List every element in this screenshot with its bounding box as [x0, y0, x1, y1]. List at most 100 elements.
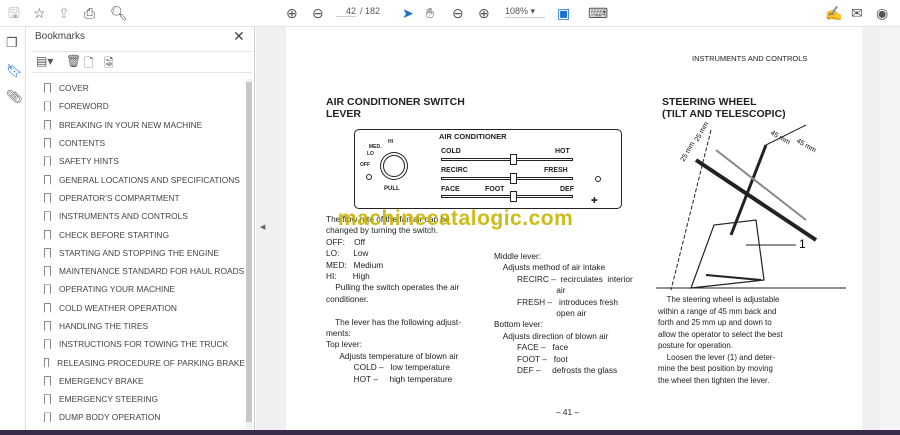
text-line: RECIRC – recirculates interior — [494, 273, 633, 284]
bookmark-item[interactable]: MAINTENANCE STANDARD FOR HAUL ROADS — [27, 262, 245, 280]
add-bookmark-icon[interactable]: 🗋 — [84, 54, 94, 75]
bookmarks-icon[interactable]: 🔖︎ — [6, 63, 23, 79]
zoom-in-icon[interactable]: ⊕ — [478, 4, 490, 22]
zoom-out-icon[interactable]: ⊖ — [452, 4, 464, 22]
air-conditioner-panel-figure: HI MED. LO OFF PULL AIR CONDITIONER COLD… — [354, 129, 622, 209]
print-icon[interactable]: ⎙ — [84, 4, 95, 22]
bookmark-icon — [44, 266, 51, 277]
bookmark-label: DUMP BODY OPERATION — [59, 412, 161, 423]
bookmarks-scrollbar[interactable] — [246, 79, 252, 429]
dim-label: 25 mm — [694, 121, 711, 143]
text-line: open air — [494, 308, 587, 319]
bookmark-label: GENERAL LOCATIONS AND SPECIFICATIONS — [59, 174, 240, 185]
account-icon[interactable]: ◉ — [876, 4, 888, 22]
pdf-page: INSTRUMENTS AND CONTROLS AIR CONDITIONER… — [286, 27, 862, 430]
bookmark-item[interactable]: OPERATOR'S COMPARTMENT — [27, 189, 245, 207]
dim-label: 25 mm — [680, 141, 697, 163]
text-line: Top lever: — [326, 339, 362, 350]
label-recirc: RECIRC — [441, 167, 468, 174]
bookmark-item[interactable]: OPERATING YOUR MACHINE — [27, 280, 245, 298]
direction-lever — [441, 191, 573, 202]
label-foot: FOOT — [485, 186, 505, 193]
bookmark-icon — [44, 247, 51, 258]
page-number: – 41 – — [556, 407, 580, 417]
search-icon[interactable]: 🔍︎ — [110, 4, 128, 22]
scroll-mode-icon[interactable]: ⌨ — [588, 4, 608, 22]
zoom-select[interactable]: 108% ▾ — [505, 6, 545, 18]
close-icon[interactable]: ✕ — [233, 28, 245, 45]
text-line: DEF – defrosts the glass — [494, 365, 618, 376]
bookmark-item[interactable]: EMERGENCY STEERING — [27, 390, 245, 408]
select-cursor-icon[interactable]: ➤ — [402, 4, 414, 22]
bookmark-item[interactable]: INSTRUCTIONS FOR TOWING THE TRUCK — [27, 335, 245, 353]
bookmark-item[interactable]: EMERGENCY BRAKE — [27, 372, 245, 390]
bookmark-item[interactable]: COVER — [27, 79, 245, 97]
bookmark-item[interactable]: INSTRUMENTS AND CONTROLS — [27, 207, 245, 225]
text-line: Middle lever: — [494, 251, 542, 261]
bookmark-item[interactable]: FOREWORD — [27, 97, 245, 115]
next-page-icon[interactable]: ⊖ — [312, 4, 324, 22]
bookmark-item[interactable]: STARTING AND STOPPING THE ENGINE — [27, 244, 245, 262]
label-pull: PULL — [384, 186, 400, 192]
text-line: Adjusts method of air intake — [494, 262, 606, 273]
text-line: forth and 25 mm up and down to — [658, 318, 772, 327]
bookmark-item[interactable]: GENERAL LOCATIONS AND SPECIFICATIONS — [27, 170, 245, 188]
steering-column-figure: 45 mm 45 mm 25 mm 25 mm 1 — [656, 121, 846, 290]
bookmark-label: STARTING AND STOPPING THE ENGINE — [59, 247, 219, 258]
text-line — [326, 305, 496, 316]
bookmark-icon — [44, 119, 51, 130]
bookmark-item[interactable]: HANDLING THE TIRES — [27, 317, 245, 335]
find-bookmark-icon[interactable]: 🗟 — [104, 54, 114, 75]
bookmark-item[interactable]: DUMP BODY OPERATION — [27, 408, 245, 426]
text-line: ments: — [326, 328, 351, 339]
right-column-text: The steering wheel is adjustable within a… — [658, 294, 818, 386]
bookmark-item[interactable]: CONTENTS — [27, 134, 245, 152]
text-line: MED: Medium — [326, 259, 384, 270]
bookmark-icon — [44, 138, 51, 149]
bookmark-icon — [44, 321, 51, 331]
indicator-lamp — [366, 174, 372, 180]
taskbar-edge — [0, 430, 900, 435]
upload-cloud-icon[interactable]: ⇪ — [58, 4, 70, 22]
callout-label: 1 — [799, 237, 806, 251]
page-thumbnails-icon[interactable]: ❐ — [6, 35, 18, 51]
previous-page-icon[interactable]: ⊕ — [286, 4, 298, 22]
bookmark-label: RELEASING PROCEDURE OF PARKING BRAKE — [57, 357, 245, 368]
text-line: LO: Low — [326, 248, 369, 259]
indicator-lamp — [595, 176, 601, 182]
bookmark-item[interactable]: COLD WEATHER OPERATION — [27, 299, 245, 317]
page-number-input[interactable]: 42 — [336, 6, 356, 17]
text-line: FOOT – foot — [494, 353, 568, 364]
collapse-panel-arrow-icon[interactable]: ◀ — [260, 223, 265, 231]
page-total: / 182 — [360, 6, 381, 16]
bookmark-item[interactable]: BREAKING IN YOUR NEW MACHINE — [27, 116, 245, 134]
hand-tool-icon[interactable]: ✋︎ — [426, 4, 434, 22]
bookmark-item[interactable]: CHECK BEFORE STARTING — [27, 225, 245, 243]
label-fresh: FRESH — [544, 167, 568, 174]
bookmark-item[interactable]: SAFETY HINTS — [27, 152, 245, 170]
text-line: posture for operation. — [658, 341, 734, 350]
title-line: (TILT AND TELESCOPIC) — [662, 108, 786, 120]
toolbar: 🖫 ☆ ⇪ ⎙ 🔍︎ ⊕ ⊖ 42 / 182 ➤ ✋︎ ⊖ ⊕ 108% ▾ ▣… — [0, 0, 900, 27]
left-column-text: The flow rate of the fan air can be chang… — [326, 214, 496, 385]
sign-icon[interactable]: ✍ — [825, 4, 842, 22]
delete-icon[interactable]: 🗑︎ — [66, 54, 81, 68]
bookmark-icon — [44, 375, 51, 386]
section-title-steering: STEERING WHEEL (TILT AND TELESCOPIC) — [662, 96, 786, 120]
bookmark-item[interactable]: RELEASING PROCEDURE OF PARKING BRAKE — [27, 353, 245, 371]
attachments-icon[interactable]: 📎︎ — [6, 89, 23, 105]
bookmark-label: INSTRUCTIONS FOR TOWING THE TRUCK — [59, 339, 229, 350]
bookmark-icon — [44, 302, 51, 313]
page-indicator: 42 / 182 — [336, 6, 380, 17]
email-icon[interactable]: ✉ — [851, 4, 863, 22]
bookmark-star-icon[interactable]: ☆ — [33, 4, 46, 22]
label-def: DEF — [560, 186, 574, 193]
bookmarks-panel: Bookmarks ✕ ▤▾ 🗑︎ 🗋 🗟 COVER FOREWORD BREAK… — [27, 27, 255, 435]
bookmark-icon — [44, 229, 51, 240]
title-line: STEERING WHEEL — [662, 96, 757, 108]
text-line: FACE – face — [494, 342, 569, 353]
text-line: The lever has the following adjust- — [326, 316, 461, 327]
options-menu-icon[interactable]: ▤▾ — [36, 54, 53, 68]
save-icon[interactable]: 🖫 — [8, 4, 20, 22]
fit-page-icon[interactable]: ▣ — [557, 4, 570, 22]
